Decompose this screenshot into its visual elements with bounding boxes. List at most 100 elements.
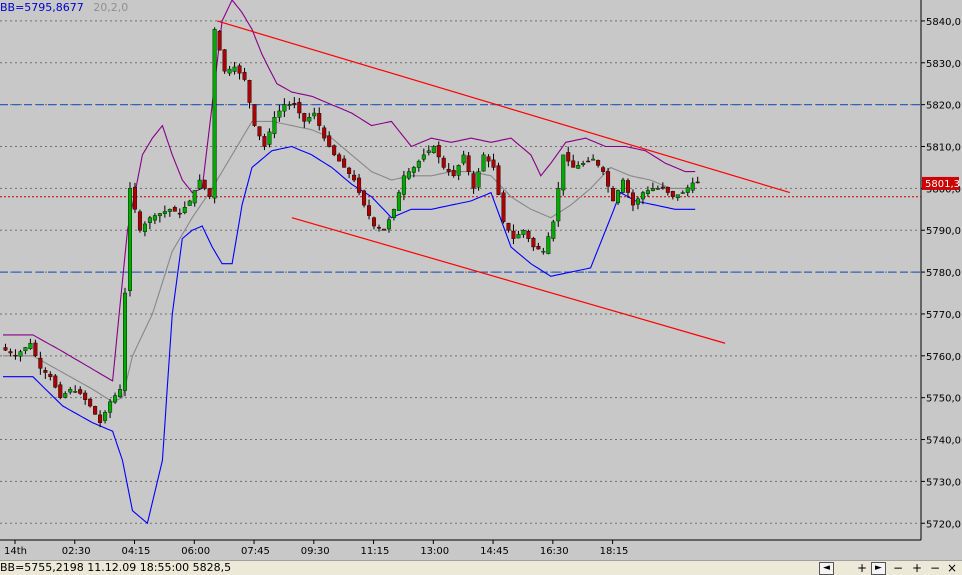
candle-body — [566, 152, 571, 162]
candle-body — [8, 351, 13, 354]
price-chart[interactable]: 5720,0 5730,0 5740,0 5750,0 5760,0 5770,0 5780… — [0, 0, 962, 560]
candle-body — [277, 110, 282, 118]
candle-body — [337, 154, 342, 162]
candle-body — [611, 188, 616, 202]
price-tick-label: 5790,0 — [926, 226, 961, 237]
time-tick-label: 06:00 — [181, 546, 210, 557]
candle-body — [113, 395, 118, 403]
candle-body — [297, 101, 302, 114]
candle-body — [53, 375, 58, 388]
time-tick-label: 07:45 — [241, 546, 270, 557]
candle-body — [680, 192, 685, 194]
candle-body — [381, 228, 386, 231]
candle-body — [655, 188, 660, 190]
time-tick-label: 18:15 — [600, 546, 629, 557]
candle-body — [58, 384, 63, 398]
candle-body — [227, 68, 232, 74]
candle-body — [546, 236, 551, 254]
candle-body — [18, 351, 23, 357]
candle-body — [401, 175, 406, 195]
candle-body — [28, 343, 33, 349]
candle-body — [526, 230, 531, 239]
candle-body — [272, 117, 277, 134]
price-tick-label: 5720,0 — [926, 519, 961, 530]
candle-body — [471, 173, 476, 189]
left-arrow-icon[interactable]: ◄ — [819, 562, 834, 575]
time-tick-label: 09:30 — [301, 546, 330, 557]
candle-body — [376, 227, 381, 229]
right-arrow-icon[interactable]: ► — [871, 562, 886, 575]
candle-body — [177, 212, 182, 215]
candle-body — [212, 29, 217, 199]
candle-body — [486, 156, 491, 162]
candle-body — [476, 171, 481, 188]
time-tick-label: 16:30 — [540, 546, 569, 557]
candle-body — [670, 191, 675, 197]
price-tick-label: 5750,0 — [926, 394, 961, 405]
candle-body — [536, 245, 541, 250]
price-tick-label: 5780,0 — [926, 268, 961, 279]
candle-body — [327, 135, 332, 147]
candle-body — [496, 165, 501, 195]
price-tick-label: 5770,0 — [926, 310, 961, 321]
candle-body — [511, 230, 516, 239]
candle-body — [630, 192, 635, 206]
candle-body — [137, 211, 142, 231]
candle-body — [606, 171, 611, 187]
candle-body — [601, 167, 606, 172]
candle-body — [386, 219, 391, 230]
candle-body — [675, 194, 680, 199]
candle-body — [292, 103, 297, 105]
candle-body — [282, 104, 287, 112]
candle-body — [217, 30, 222, 51]
candle-body — [262, 136, 267, 147]
zoom-reset-icon[interactable]: × — [947, 561, 957, 575]
candle-body — [307, 117, 312, 122]
candle-body — [391, 209, 396, 218]
candle-body — [660, 186, 665, 189]
candle-body — [665, 187, 670, 193]
candle-body — [317, 113, 322, 126]
candle-body — [197, 179, 202, 190]
candle-body — [581, 163, 586, 165]
candle-body — [685, 187, 690, 193]
candle-body — [352, 174, 357, 181]
candle-body — [182, 207, 187, 213]
price-tick-label: 5840,0 — [926, 17, 961, 28]
candle-body — [287, 104, 292, 106]
candle-body — [3, 347, 8, 351]
plus-icon[interactable]: + — [857, 561, 867, 575]
candle-body — [157, 213, 162, 217]
candle-body — [93, 406, 98, 415]
candle-body — [222, 49, 227, 72]
candle-body — [252, 104, 257, 126]
candle-body — [312, 112, 317, 117]
candle-body — [63, 393, 68, 398]
status-text: BB=5755,2198 11.12.09 18:55:00 5828,5 — [0, 561, 232, 574]
zoom-in-icon[interactable]: + — [912, 561, 922, 575]
candle-body — [23, 347, 28, 352]
indicator-params: 20,2,0 — [93, 1, 128, 14]
price-tick-label: 5740,0 — [926, 436, 961, 447]
candle-body — [33, 342, 38, 357]
candle-body — [576, 165, 581, 169]
plot-background — [0, 0, 921, 540]
candle-body — [88, 398, 93, 407]
candle-body — [267, 131, 272, 145]
time-tick-label: 14:45 — [480, 546, 509, 557]
candle-body — [441, 157, 446, 168]
candle-body — [571, 160, 576, 168]
candle-body — [635, 198, 640, 205]
candle-body — [421, 154, 426, 160]
status-bar: BB=5755,2198 11.12.09 18:55:00 5828,5 ◄ … — [0, 560, 962, 575]
minus-icon[interactable]: − — [893, 561, 903, 575]
zoom-out-icon[interactable]: − — [930, 561, 940, 575]
candle-body — [645, 190, 650, 194]
candle-body — [172, 207, 177, 212]
candle-body — [406, 171, 411, 179]
candle-body — [68, 389, 73, 393]
candle-body — [516, 234, 521, 239]
candle-body — [616, 190, 621, 203]
candle-body — [451, 169, 456, 177]
candle-body — [118, 389, 123, 398]
